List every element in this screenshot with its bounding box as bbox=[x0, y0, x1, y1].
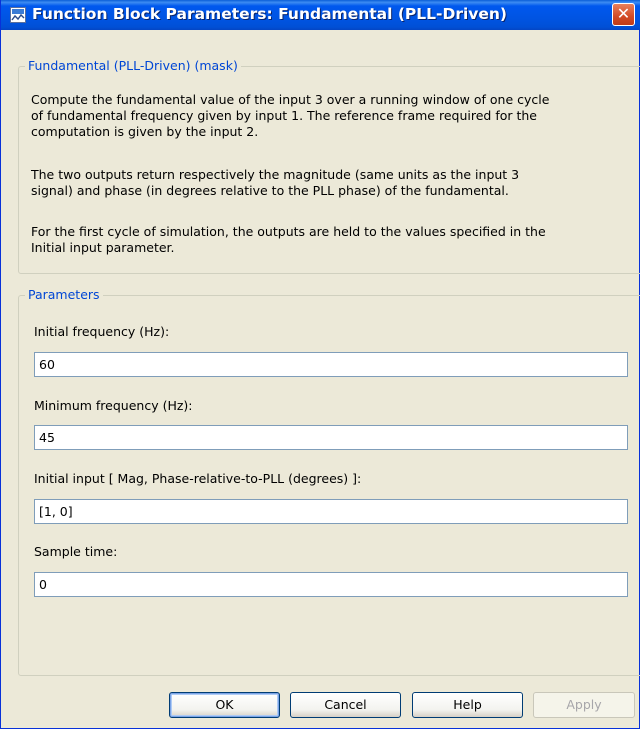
help-button[interactable]: Help bbox=[412, 692, 523, 718]
parameters-group-legend: Parameters bbox=[25, 287, 103, 303]
description-paragraph-3: For the first cycle of simulation, the o… bbox=[31, 224, 636, 256]
dialog-window: Function Block Parameters: Fundamental (… bbox=[0, 0, 640, 729]
description-line: Initial input parameter. bbox=[31, 240, 175, 255]
description-group: Fundamental (PLL-Driven) (mask) Compute … bbox=[18, 58, 640, 274]
title-bar[interactable]: Function Block Parameters: Fundamental (… bbox=[1, 0, 640, 30]
minimum-frequency-label: Minimum frequency (Hz): bbox=[34, 398, 193, 413]
close-button[interactable]: ✕ bbox=[612, 3, 635, 26]
apply-button[interactable]: Apply bbox=[533, 692, 635, 718]
close-icon: ✕ bbox=[616, 4, 631, 23]
ok-button[interactable]: OK bbox=[169, 692, 280, 718]
sample-time-label: Sample time: bbox=[34, 544, 118, 559]
minimum-frequency-input[interactable]: 45 bbox=[34, 425, 628, 450]
description-line: computation is given by the input 2. bbox=[31, 124, 259, 139]
description-group-legend: Fundamental (PLL-Driven) (mask) bbox=[25, 58, 241, 74]
initial-frequency-label: Initial frequency (Hz): bbox=[34, 324, 170, 339]
description-line: signal) and phase (in degrees relative t… bbox=[31, 183, 509, 198]
sample-time-input[interactable]: 0 bbox=[34, 572, 628, 597]
parameters-group: Parameters Initial frequency (Hz): 60 Mi… bbox=[18, 287, 640, 676]
description-paragraph-1: Compute the fundamental value of the inp… bbox=[31, 92, 636, 140]
initial-frequency-input[interactable]: 60 bbox=[34, 352, 628, 377]
initial-input-input[interactable]: [1, 0] bbox=[34, 499, 628, 524]
simulink-block-icon bbox=[10, 7, 26, 23]
window-title: Function Block Parameters: Fundamental (… bbox=[32, 5, 508, 23]
description-paragraph-2: The two outputs return respectively the … bbox=[31, 167, 636, 199]
initial-input-label: Initial input [ Mag, Phase-relative-to-P… bbox=[34, 471, 362, 486]
description-line: of fundamental frequency given by input … bbox=[31, 108, 537, 123]
description-line: For the first cycle of simulation, the o… bbox=[31, 224, 546, 239]
cancel-button[interactable]: Cancel bbox=[290, 692, 401, 718]
description-line: The two outputs return respectively the … bbox=[31, 167, 520, 182]
description-line: Compute the fundamental value of the inp… bbox=[31, 92, 550, 107]
